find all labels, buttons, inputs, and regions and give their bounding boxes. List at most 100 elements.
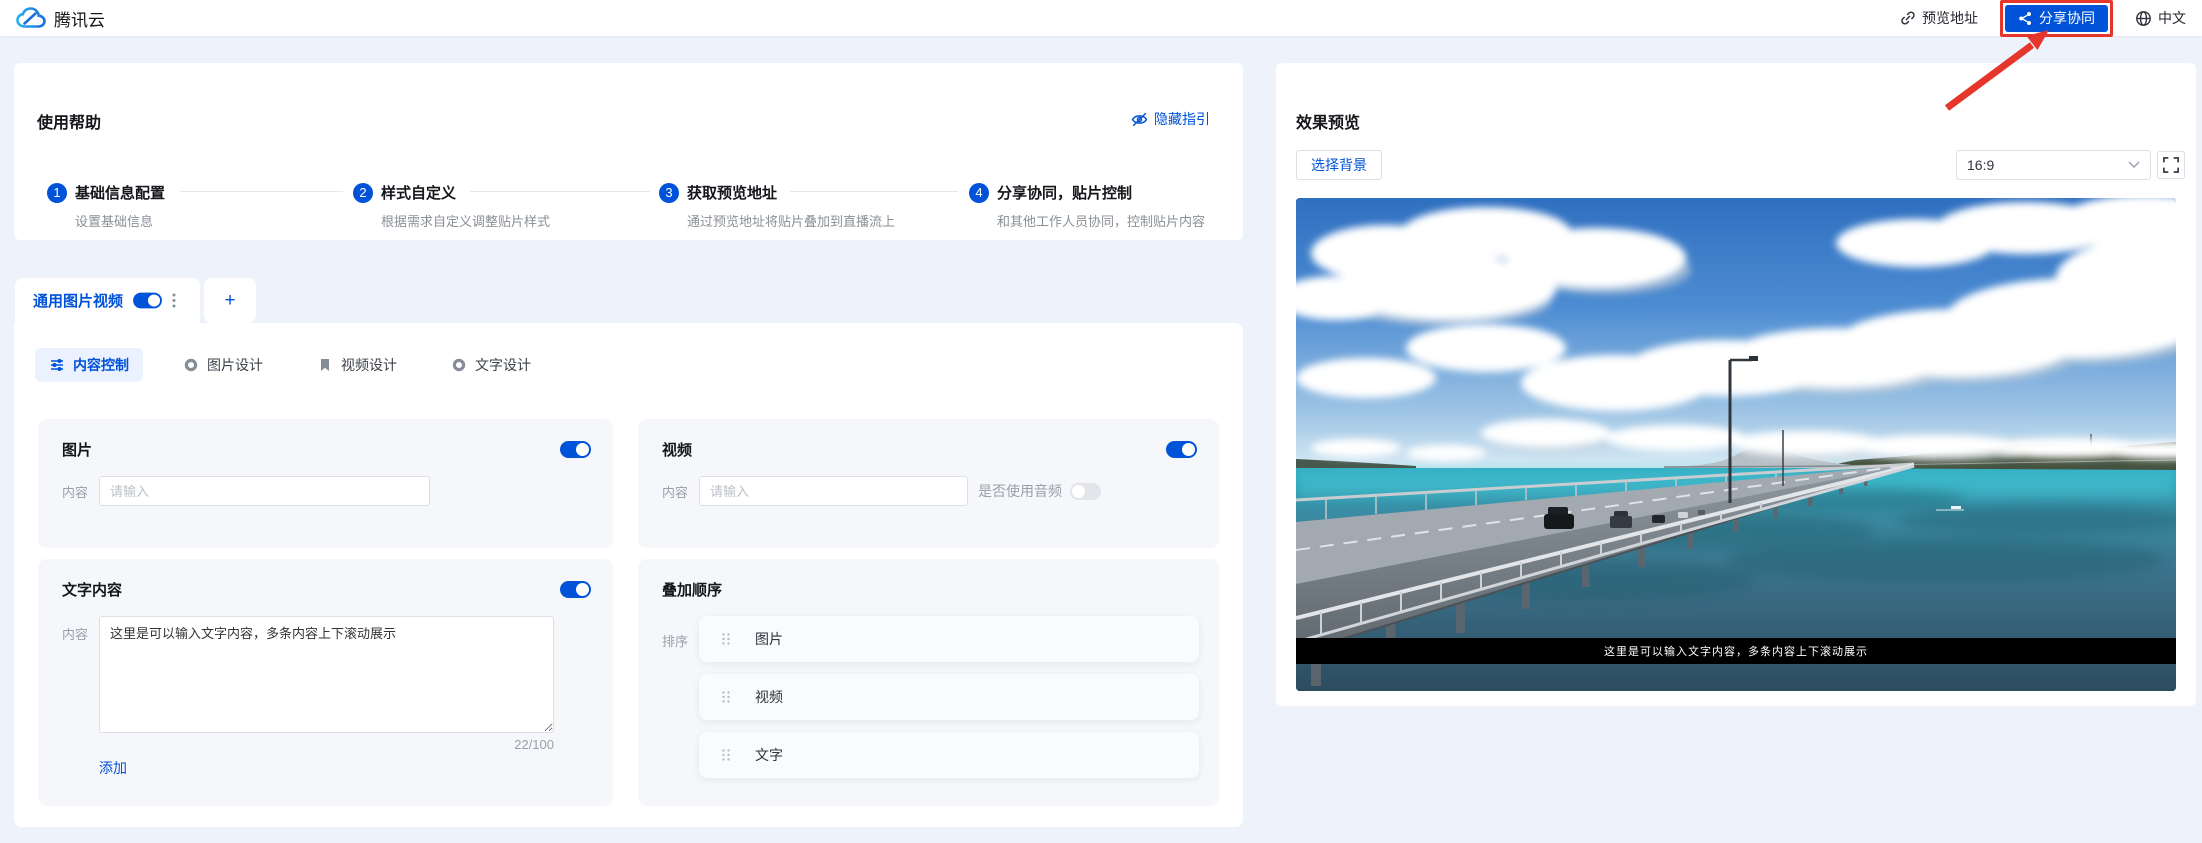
editor-panel: 内容控制 图片设计 视频设计 文字设计 图片 内容 请输入 视频 内容 请输入 … [14, 323, 1243, 827]
sliders-icon [51, 359, 63, 371]
image-card-title: 图片 [62, 442, 93, 459]
layer-tab-general-media[interactable]: 通用图片视频 [15, 278, 200, 323]
preview-stage: 这里是可以输入文字内容，多条内容上下滚动展示 [1296, 198, 2176, 691]
sort-list: 图片 视频 文字 [699, 616, 1199, 778]
annotation-highlight-box: 分享协同 [2000, 0, 2113, 37]
step-3-desc: 通过预览地址将贴片叠加到直播流上 [687, 214, 896, 229]
ring-icon [452, 358, 466, 372]
video-toggle[interactable] [1166, 441, 1197, 458]
image-card: 图片 内容 [38, 419, 613, 548]
step-1-title: 基础信息配置 [75, 185, 166, 202]
text-card: 文字内容 内容 这里是可以输入文字内容，多条内容上下滚动展示 22/100 添加 [38, 559, 613, 806]
step-3-title: 获取预览地址 [687, 185, 778, 202]
image-content-label: 内容 [62, 484, 89, 500]
tab-text-design-label: 文字设计 [475, 357, 531, 373]
usage-help-card: 使用帮助 隐藏指引 1 基础信息配置 设置基础信息 2 样式自定义 根据需求自定… [14, 63, 1243, 240]
layer-enable-toggle[interactable] [133, 292, 162, 309]
step-4-title: 分享协同，贴片控制 [997, 185, 1133, 202]
use-audio-toggle[interactable] [1070, 482, 1101, 500]
drag-handle-icon[interactable] [721, 748, 731, 762]
step-1: 1 基础信息配置 设置基础信息 [47, 182, 165, 230]
top-navbar: 腾讯云 预览地址 分享协同 中文 [0, 0, 2202, 37]
preview-address-link[interactable]: 预览地址 [1900, 8, 1978, 28]
aspect-ratio-select[interactable]: 16:9 [1956, 150, 2151, 180]
step-4-desc: 和其他工作人员协同，控制贴片内容 [997, 214, 1206, 229]
tab-content-control-label: 内容控制 [73, 357, 129, 373]
step-1-number: 1 [47, 182, 67, 203]
globe-icon [2136, 10, 2151, 26]
add-layer-tab-button[interactable]: + [204, 278, 256, 323]
step-connector [180, 191, 343, 192]
step-4: 4 分享协同，贴片控制 和其他工作人员协同，控制贴片内容 [969, 182, 1205, 230]
step-3-number: 3 [659, 182, 679, 203]
sort-item-label: 图片 [755, 631, 783, 647]
tencent-cloud-logo-icon [16, 7, 46, 28]
tab-text-design[interactable]: 文字设计 [437, 348, 545, 382]
design-tabs: 内容控制 图片设计 视频设计 文字设计 [14, 323, 1243, 382]
image-toggle[interactable] [560, 441, 591, 458]
tab-content-control[interactable]: 内容控制 [35, 348, 143, 382]
sort-item-image[interactable]: 图片 [699, 616, 1199, 662]
drag-handle-icon[interactable] [721, 632, 731, 646]
step-connector [470, 191, 650, 192]
add-text-link[interactable]: 添加 [99, 758, 127, 778]
text-card-title: 文字内容 [62, 582, 123, 599]
step-4-number: 4 [969, 182, 989, 203]
step-connector [790, 191, 958, 192]
fullscreen-icon [2163, 157, 2179, 173]
tab-video-design-label: 视频设计 [341, 357, 397, 373]
language-switcher[interactable]: 中文 [2135, 8, 2186, 28]
link-icon [1901, 11, 1915, 25]
step-1-desc: 设置基础信息 [75, 214, 154, 229]
fullscreen-button[interactable] [2157, 151, 2185, 179]
drag-handle-icon[interactable] [721, 690, 731, 704]
eye-off-icon [1131, 112, 1148, 126]
text-toggle[interactable] [560, 581, 591, 598]
tab-image-design-label: 图片设计 [207, 357, 263, 373]
step-2-number: 2 [353, 182, 373, 203]
effect-preview-card: 效果预览 选择背景 16:9 这里是可以输入文字内容，多条内容上下滚动展示 [1276, 63, 2196, 706]
share-collaborate-button[interactable]: 分享协同 [2005, 4, 2108, 32]
sort-item-label: 视频 [755, 689, 783, 705]
brand: 腾讯云 [16, 6, 105, 31]
preview-scene-bridge-ocean [1296, 198, 2176, 691]
overlay-text: 这里是可以输入文字内容，多条内容上下滚动展示 [1604, 646, 1868, 658]
order-card-title: 叠加顺序 [662, 582, 723, 599]
text-content-label: 内容 [62, 627, 89, 642]
sort-label: 排序 [662, 634, 689, 649]
hide-guide-label: 隐藏指引 [1154, 111, 1210, 127]
char-counter: 22/100 [514, 737, 554, 752]
select-background-button[interactable]: 选择背景 [1296, 150, 1382, 180]
sort-item-video[interactable]: 视频 [699, 674, 1199, 720]
video-card: 视频 内容 是否使用音频 [638, 419, 1219, 548]
share-collaborate-label: 分享协同 [2039, 10, 2095, 26]
layer-tab-label: 通用图片视频 [33, 293, 124, 310]
chevron-down-icon [2128, 161, 2140, 169]
stack-order-card: 叠加顺序 排序 图片 视频 文字 [638, 559, 1219, 806]
kebab-menu-icon[interactable] [172, 293, 176, 308]
add-layer-label: + [224, 289, 236, 311]
brand-label: 腾讯云 [54, 10, 105, 30]
preview-title: 效果预览 [1296, 115, 1361, 132]
tab-image-design[interactable]: 图片设计 [169, 348, 277, 382]
video-content-input[interactable] [699, 476, 968, 506]
text-content-textarea[interactable]: 这里是可以输入文字内容，多条内容上下滚动展示 [99, 616, 554, 733]
tab-video-design[interactable]: 视频设计 [303, 348, 411, 382]
use-audio-label: 是否使用音频 [978, 483, 1062, 499]
step-2-title: 样式自定义 [381, 185, 457, 202]
language-label: 中文 [2158, 10, 2186, 26]
help-title: 使用帮助 [37, 115, 102, 132]
step-2-desc: 根据需求自定义调整贴片样式 [381, 214, 551, 229]
share-icon [2019, 11, 2031, 25]
image-content-input[interactable] [99, 476, 430, 506]
text-overlay-bar: 这里是可以输入文字内容，多条内容上下滚动展示 [1296, 638, 2176, 664]
sort-item-label: 文字 [755, 747, 783, 763]
video-content-label: 内容 [662, 484, 689, 500]
sort-item-text[interactable]: 文字 [699, 732, 1199, 778]
hide-guide-link[interactable]: 隐藏指引 [1131, 109, 1210, 129]
bookmark-icon [321, 359, 329, 371]
aspect-ratio-value: 16:9 [1967, 157, 1995, 173]
video-card-title: 视频 [662, 442, 693, 459]
ring-icon [184, 358, 198, 372]
step-3: 3 获取预览地址 通过预览地址将贴片叠加到直播流上 [659, 182, 895, 230]
